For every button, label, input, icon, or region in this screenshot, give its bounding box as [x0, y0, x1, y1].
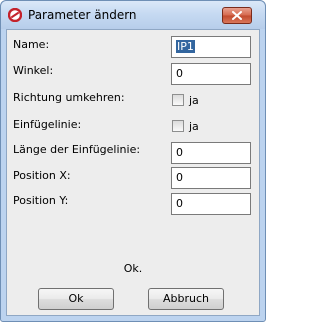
- position-y-label: Position Y:: [13, 194, 69, 207]
- status-text: Ok.: [123, 262, 143, 275]
- richtung-checkbox-label[interactable]: ja: [189, 94, 199, 107]
- position-x-label: Position X:: [13, 169, 71, 182]
- close-button[interactable]: [222, 7, 252, 24]
- position-y-input[interactable]: 0: [171, 193, 251, 215]
- einfuegelinie-label: Einfügelinie:: [13, 118, 82, 131]
- richtung-label: Richtung umkehren:: [13, 91, 125, 104]
- einfuegelinie-checkbox-label[interactable]: ja: [189, 120, 199, 133]
- position-x-input[interactable]: 0: [171, 167, 251, 189]
- winkel-label: Winkel:: [13, 64, 54, 77]
- name-label: Name:: [13, 38, 50, 51]
- name-input-value: IP1: [176, 40, 195, 53]
- winkel-input[interactable]: 0: [171, 63, 251, 85]
- ok-button[interactable]: Ok: [38, 288, 114, 310]
- richtung-checkbox[interactable]: [172, 94, 184, 106]
- name-input[interactable]: IP1: [171, 36, 251, 58]
- laenge-input[interactable]: 0: [171, 142, 251, 164]
- einfuegelinie-checkbox[interactable]: [172, 120, 184, 132]
- dialog-body: Name: IP1 Winkel: 0 Richtung umkehren: j…: [6, 29, 260, 316]
- window-title: Parameter ändern: [28, 8, 137, 22]
- app-icon: [7, 7, 23, 23]
- laenge-label: Länge der Einfügelinie:: [13, 143, 141, 156]
- cancel-button[interactable]: Abbruch: [148, 288, 224, 310]
- dialog-window: Parameter ändern Name: IP1 Winkel: 0 Ric…: [0, 0, 266, 322]
- title-bar[interactable]: Parameter ändern: [1, 1, 265, 29]
- close-icon: [232, 11, 242, 20]
